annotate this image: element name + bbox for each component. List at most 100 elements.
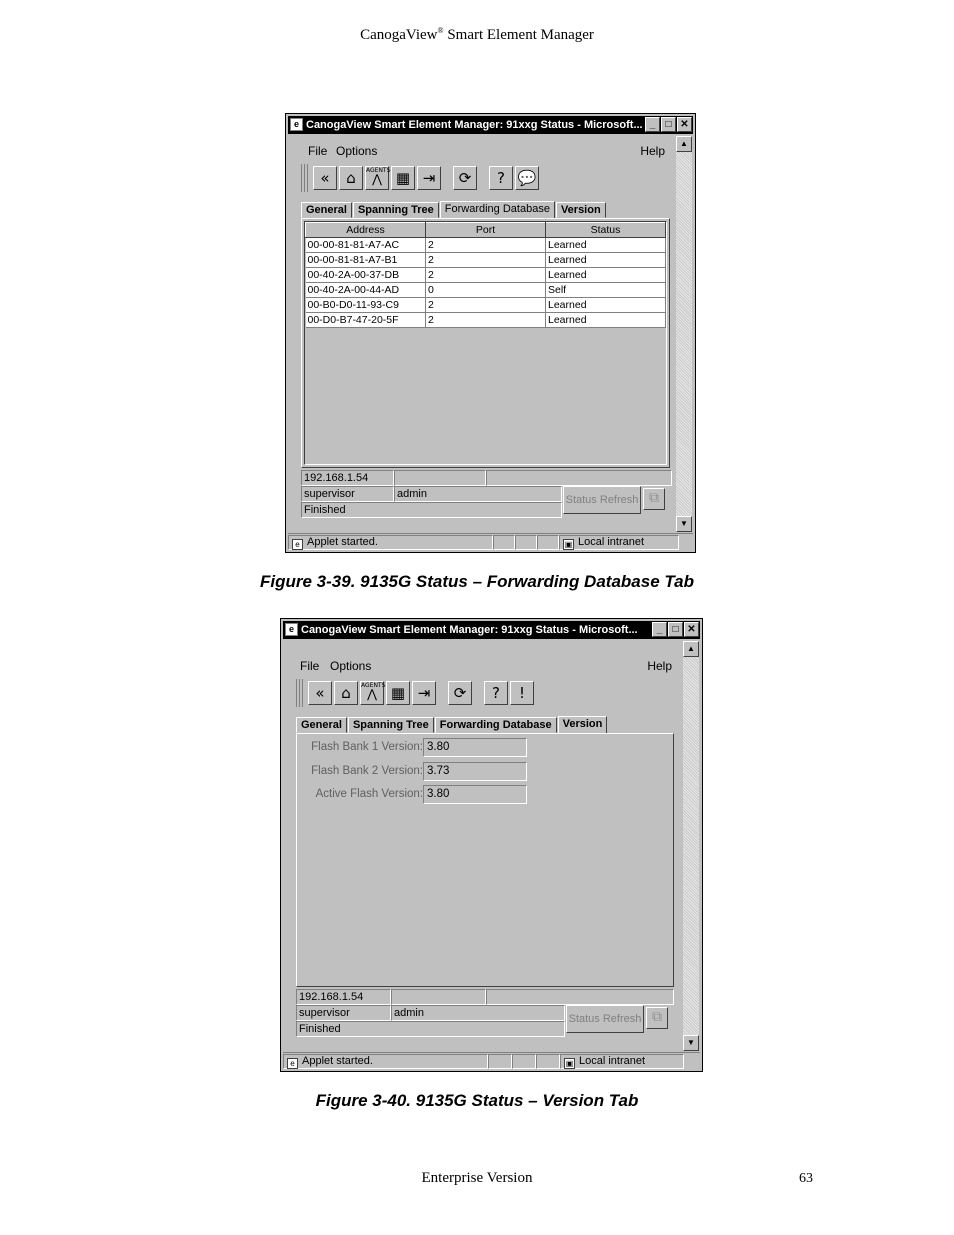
- status-cell-blank-1: [488, 1054, 512, 1069]
- flash-bank-1-value: 3.80: [423, 738, 527, 757]
- tab-general[interactable]: General: [301, 202, 352, 218]
- table-row[interactable]: 00-B0-D0-11-93-C9 2 Learned: [305, 297, 666, 313]
- table-row[interactable]: 00-D0-B7-47-20-5F 2 Learned: [305, 312, 666, 328]
- user-field: supervisor: [296, 1005, 391, 1021]
- help-icon[interactable]: ?: [489, 166, 513, 190]
- title-bar[interactable]: e CanogaView Smart Element Manager: 91xx…: [283, 621, 700, 639]
- cell-address: 00-00-81-81-A7-B1: [305, 252, 426, 268]
- minimize-icon[interactable]: _: [652, 622, 667, 637]
- menu-options[interactable]: Options: [330, 659, 371, 673]
- access-level-field: admin: [391, 1005, 565, 1021]
- menu-file[interactable]: File: [308, 144, 327, 158]
- forwarding-database-panel: Address Port Status 00-00-81-81-A7-AC 2 Le…: [301, 218, 670, 468]
- cell-status: Learned: [545, 267, 666, 283]
- grid-icon[interactable]: ▦: [391, 166, 415, 190]
- cell-address: 00-40-2A-00-44-AD: [305, 282, 426, 298]
- agents-icon[interactable]: AGENTS ⋀: [365, 166, 390, 190]
- ie-window-icon[interactable]: e: [285, 623, 298, 636]
- intranet-icon: ▣: [564, 1058, 575, 1069]
- zone-text: Local intranet: [578, 536, 645, 548]
- cell-port: 2: [425, 297, 546, 313]
- minimize-icon[interactable]: _: [645, 117, 660, 132]
- toolbar-grip[interactable]: [296, 679, 304, 707]
- status-cell-blank-3: [537, 535, 559, 550]
- security-zone: ▣ Local intranet: [560, 1054, 684, 1069]
- table-row[interactable]: 00-40-2A-00-37-DB 2 Learned: [305, 267, 666, 283]
- active-flash-label: Active Flash Version:: [315, 788, 423, 800]
- close-icon[interactable]: ✕: [677, 117, 692, 132]
- status-cell-blank-2: [512, 1054, 536, 1069]
- tab-forwarding-database[interactable]: Forwarding Database: [434, 717, 557, 733]
- tab-strip: General Spanning Tree Forwarding Databas…: [301, 200, 607, 219]
- status-refresh-button[interactable]: Status Refresh: [566, 1005, 644, 1033]
- status-blank-1: [391, 989, 486, 1005]
- menu-options[interactable]: Options: [336, 144, 377, 158]
- ip-address-field: 192.168.1.54: [296, 989, 391, 1005]
- scroll-down-icon[interactable]: ▼: [683, 1035, 699, 1051]
- table-row[interactable]: 00-00-81-81-A7-AC 2 Learned: [305, 237, 666, 253]
- active-flash-value: 3.80: [423, 785, 527, 804]
- home-icon[interactable]: ⌂: [339, 166, 363, 190]
- grid-icon[interactable]: ▦: [386, 681, 410, 705]
- scroll-down-icon[interactable]: ▼: [676, 516, 692, 532]
- help-icon[interactable]: ?: [484, 681, 508, 705]
- maximize-icon[interactable]: □: [668, 622, 683, 637]
- status-refresh-icon[interactable]: ⧉: [643, 488, 665, 510]
- back-icon[interactable]: «: [308, 681, 332, 705]
- table-row[interactable]: 00-00-81-81-A7-B1 2 Learned: [305, 252, 666, 268]
- status-refresh-button[interactable]: Status Refresh: [563, 486, 641, 514]
- status-blank-2: [486, 989, 674, 1005]
- refresh-icon[interactable]: ⟳: [453, 166, 477, 190]
- table-row[interactable]: 00-40-2A-00-44-AD 0 Self: [305, 282, 666, 298]
- browser-status-bar: e Applet started. ▣ Local intranet: [288, 533, 693, 550]
- tab-strip: General Spanning Tree Forwarding Databas…: [296, 715, 608, 734]
- scroll-up-icon[interactable]: ▲: [683, 641, 699, 657]
- user-field: supervisor: [301, 486, 394, 502]
- vertical-scrollbar[interactable]: ▲ ▼: [683, 641, 699, 1051]
- browser-status-bar: e Applet started. ▣ Local intranet: [283, 1052, 700, 1069]
- refresh-icon[interactable]: ⟳: [448, 681, 472, 705]
- exit-icon[interactable]: ⇥: [417, 166, 441, 190]
- scroll-up-icon[interactable]: ▲: [676, 136, 692, 152]
- close-icon[interactable]: ✕: [684, 622, 699, 637]
- cell-port: 0: [425, 282, 546, 298]
- tab-forwarding-database[interactable]: Forwarding Database: [439, 201, 555, 219]
- info-icon[interactable]: !: [510, 681, 534, 705]
- page-number: 63: [799, 1171, 813, 1186]
- forwarding-table-container: Address Port Status 00-00-81-81-A7-AC 2 Le…: [304, 221, 667, 465]
- toolbar-grip[interactable]: [301, 164, 309, 192]
- tab-version[interactable]: Version: [557, 716, 608, 734]
- status-refresh-icon[interactable]: ⧉: [646, 1007, 668, 1029]
- column-header-status[interactable]: Status: [545, 222, 666, 238]
- agents-icon[interactable]: AGENTS ⋀: [360, 681, 385, 705]
- forwarding-table: Address Port Status 00-00-81-81-A7-AC 2 Le…: [305, 222, 666, 328]
- column-header-address[interactable]: Address: [305, 222, 426, 238]
- cell-port: 2: [425, 237, 546, 253]
- progress-field: Finished: [301, 502, 562, 518]
- toolbar: « ⌂ AGENTS ⋀ ▦ ⇥ ⟳ ? 💬: [301, 162, 541, 194]
- menu-file[interactable]: File: [300, 659, 319, 673]
- info-icon[interactable]: 💬: [515, 166, 539, 190]
- ie-window-icon[interactable]: e: [290, 118, 303, 131]
- applet-area: File Options Help « ⌂ AGENTS ⋀ ▦ ⇥ ⟳ ? 💬 …: [289, 136, 675, 532]
- maximize-icon[interactable]: □: [661, 117, 676, 132]
- exit-icon[interactable]: ⇥: [412, 681, 436, 705]
- title-bar[interactable]: e CanogaView Smart Element Manager: 91xx…: [288, 116, 693, 134]
- page-icon: e: [287, 1058, 298, 1069]
- vertical-scrollbar[interactable]: ▲ ▼: [676, 136, 692, 532]
- back-icon[interactable]: «: [313, 166, 337, 190]
- header-brand: CanogaView: [360, 27, 438, 43]
- home-icon[interactable]: ⌂: [334, 681, 358, 705]
- status-blank-1: [394, 470, 486, 486]
- menu-help[interactable]: Help: [647, 659, 672, 673]
- tab-spanning-tree[interactable]: Spanning Tree: [352, 202, 439, 218]
- tab-general[interactable]: General: [296, 717, 347, 733]
- menu-help[interactable]: Help: [640, 144, 665, 158]
- tab-spanning-tree[interactable]: Spanning Tree: [347, 717, 434, 733]
- figure-caption-2: Figure 3-40. 9135G Status – Version Tab: [315, 1091, 639, 1110]
- tab-version[interactable]: Version: [555, 202, 606, 218]
- toolbar: « ⌂ AGENTS ⋀ ▦ ⇥ ⟳ ? !: [296, 677, 536, 709]
- window-title: CanogaView Smart Element Manager: 91xxg …: [306, 119, 643, 131]
- status-text: Applet started.: [302, 1055, 373, 1067]
- column-header-port[interactable]: Port: [425, 222, 546, 238]
